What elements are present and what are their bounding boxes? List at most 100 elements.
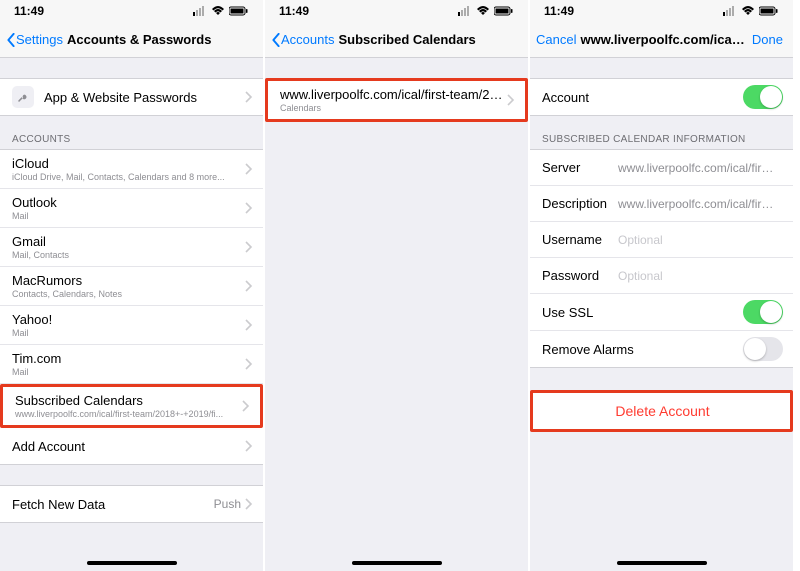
row-title: Outlook [12,195,245,210]
field-label: Password [542,268,618,283]
chevron-right-icon [245,163,253,175]
field-placeholder: Optional [618,233,779,247]
accounts-header: ACCOUNTS [0,116,263,149]
row-subtitle: Mail [12,211,245,221]
row-title: Use SSL [542,305,743,320]
key-icon [12,86,34,108]
info-header: SUBSCRIBED CALENDAR INFORMATION [530,116,793,149]
done-button[interactable]: Done [748,32,787,47]
password-row[interactable]: Password Optional [530,258,793,294]
back-button[interactable]: Settings [6,32,63,47]
account-row-yahoo[interactable]: Yahoo! Mail [0,306,263,345]
chevron-right-icon [245,319,253,331]
field-label: Server [542,160,618,175]
calendar-row[interactable]: www.liverpoolfc.com/ical/first-team/201.… [268,81,525,119]
row-subtitle: iCloud Drive, Mail, Contacts, Calendars … [12,172,245,182]
fetch-new-data-row[interactable]: Fetch New Data Push [0,486,263,522]
status-icons [458,6,514,16]
row-subtitle: Mail, Contacts [12,250,245,260]
chevron-right-icon [245,241,253,253]
row-title: Gmail [12,234,245,249]
username-row[interactable]: Username Optional [530,222,793,258]
back-label: Settings [16,32,63,47]
account-row-macrumors[interactable]: MacRumors Contacts, Calendars, Notes [0,267,263,306]
row-title: MacRumors [12,273,245,288]
nav-title: Accounts & Passwords [65,32,257,47]
field-value: www.liverpoolfc.com/ical/first-team/... [618,161,779,175]
chevron-left-icon [6,33,16,47]
clock: 11:49 [279,4,309,18]
field-placeholder: Optional [618,269,779,283]
account-row-outlook[interactable]: Outlook Mail [0,189,263,228]
nav-bar: Settings Accounts & Passwords [0,22,263,58]
status-icons [723,6,779,16]
field-label: Description [542,196,618,211]
account-row-subscribed-calendars[interactable]: Subscribed Calendars www.liverpoolfc.com… [0,384,263,428]
server-row[interactable]: Server www.liverpoolfc.com/ical/first-te… [530,150,793,186]
row-title: Subscribed Calendars [15,393,242,408]
panel-subscribed-calendars: 11:49 Accounts Subscribed Calendars www.… [265,0,530,571]
remove-alarms-row: Remove Alarms [530,331,793,367]
status-bar: 11:49 [265,0,528,22]
row-subtitle: Contacts, Calendars, Notes [12,289,245,299]
row-title: Yahoo! [12,312,245,327]
chevron-right-icon [245,498,253,510]
use-ssl-toggle[interactable] [743,300,783,324]
back-label: Accounts [281,32,334,47]
description-row[interactable]: Description www.liverpoolfc.com/ical/fir… [530,186,793,222]
use-ssl-row: Use SSL [530,294,793,331]
chevron-right-icon [507,94,515,106]
row-title: www.liverpoolfc.com/ical/first-team/201.… [280,87,507,102]
status-bar: 11:49 [0,0,263,22]
row-title: Account [542,90,743,105]
battery-icon [229,6,249,16]
row-title: Remove Alarms [542,342,743,357]
delete-label: Delete Account [615,403,709,419]
home-indicator[interactable] [352,561,442,565]
back-button[interactable]: Accounts [271,32,334,47]
signal-icon [193,6,207,16]
chevron-right-icon [245,202,253,214]
row-subtitle: Mail [12,328,245,338]
remove-alarms-toggle[interactable] [743,337,783,361]
chevron-right-icon [242,400,250,412]
delete-account-button[interactable]: Delete Account [533,393,790,429]
account-row-gmail[interactable]: Gmail Mail, Contacts [0,228,263,267]
account-row-timcom[interactable]: Tim.com Mail [0,345,263,384]
cancel-button[interactable]: Cancel [536,32,576,47]
wifi-icon [211,6,225,16]
account-toggle[interactable] [743,85,783,109]
nav-title: Subscribed Calendars [336,32,522,47]
battery-icon [759,6,779,16]
chevron-right-icon [245,440,253,452]
status-bar: 11:49 [530,0,793,22]
row-title: Tim.com [12,351,245,366]
row-subtitle: www.liverpoolfc.com/ical/first-team/2018… [15,409,242,419]
wifi-icon [741,6,755,16]
chevron-left-icon [271,33,281,47]
app-website-passwords-row[interactable]: App & Website Passwords [0,79,263,115]
chevron-right-icon [245,280,253,292]
field-value: www.liverpoolfc.com/ical/first-team/... [618,197,779,211]
account-toggle-row: Account [530,79,793,115]
signal-icon [458,6,472,16]
row-title: Fetch New Data [12,497,214,512]
home-indicator[interactable] [87,561,177,565]
battery-icon [494,6,514,16]
status-icons [193,6,249,16]
chevron-right-icon [245,91,253,103]
nav-bar: Accounts Subscribed Calendars [265,22,528,58]
add-account-row[interactable]: Add Account [0,428,263,464]
home-indicator[interactable] [617,561,707,565]
cancel-label: Cancel [536,32,576,47]
row-title: App & Website Passwords [44,90,245,105]
row-value: Push [214,497,241,511]
field-label: Username [542,232,618,247]
nav-bar: Cancel www.liverpoolfc.com/ical/fi... Do… [530,22,793,58]
row-title: iCloud [12,156,245,171]
chevron-right-icon [245,358,253,370]
row-subtitle: Mail [12,367,245,377]
row-subtitle: Calendars [280,103,507,113]
account-row-icloud[interactable]: iCloud iCloud Drive, Mail, Contacts, Cal… [0,150,263,189]
row-title: Add Account [12,439,245,454]
